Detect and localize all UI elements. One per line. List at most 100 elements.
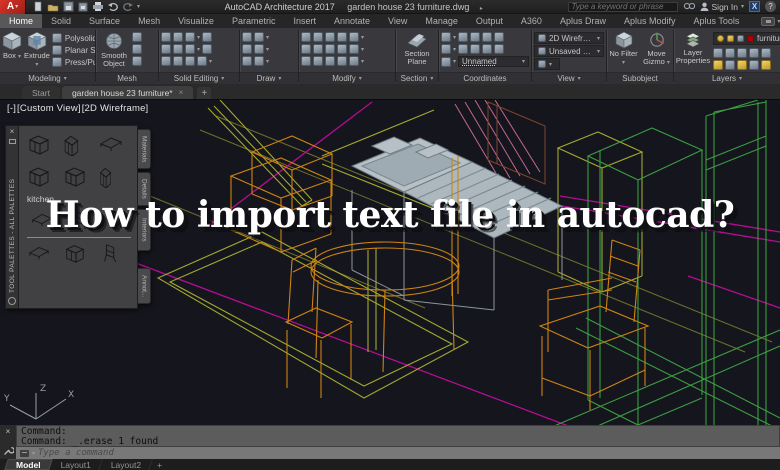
smooth-object-button[interactable]: Smooth Object [98, 30, 130, 69]
undo-icon[interactable] [107, 1, 119, 12]
drawing-canvas[interactable]: [-] [Custom View] [2D Wireframe] Z X Y ×… [0, 100, 780, 425]
tool-icon[interactable] [202, 44, 212, 54]
palette-tool[interactable] [97, 241, 125, 265]
new-file-icon[interactable] [32, 1, 44, 12]
palette-autohide-icon[interactable] [9, 139, 16, 144]
sign-in-button[interactable]: Sign In ▾ [700, 2, 744, 12]
new-layout-button[interactable]: + [157, 460, 162, 470]
panel-label-subobject[interactable]: Subobject [607, 72, 673, 84]
tool-icon[interactable] [173, 32, 183, 42]
tool-icon[interactable] [470, 32, 480, 42]
search-icon[interactable] [683, 1, 695, 12]
panel-label-mesh[interactable]: Mesh [96, 72, 158, 84]
tool-icon[interactable] [349, 56, 359, 66]
command-input[interactable]: ▾ Type a command [16, 447, 780, 459]
tool-icon[interactable] [132, 56, 142, 66]
tool-icon[interactable] [337, 32, 347, 42]
tool-icon[interactable] [301, 32, 311, 42]
box-button[interactable]: Box ▾ [2, 30, 22, 61]
planar-surface-button[interactable]: Planar Surface [52, 45, 95, 55]
tool-icon[interactable] [337, 56, 347, 66]
layer-properties-button[interactable]: LayerProperties [676, 30, 710, 66]
file-tab-drawing[interactable]: garden house 23 furniture*× [62, 86, 193, 99]
tool-icon[interactable] [301, 44, 311, 54]
tool-icon[interactable] [494, 44, 504, 54]
palette-tool[interactable] [25, 130, 53, 158]
tool-icon[interactable] [173, 56, 183, 66]
palette-tool[interactable] [97, 130, 125, 158]
layout-tab-layout2[interactable]: Layout2 [101, 459, 151, 470]
tool-icon[interactable] [494, 32, 504, 42]
tool-icon[interactable] [132, 44, 142, 54]
tool-icon[interactable] [325, 32, 335, 42]
tool-icon[interactable] [185, 56, 195, 66]
tool-icon[interactable] [737, 48, 747, 58]
command-history[interactable]: Command: Command: _.erase 1 found [16, 425, 780, 447]
tool-icon[interactable] [458, 44, 468, 54]
palette-tab-annotation[interactable]: Annot... [138, 268, 151, 304]
tool-icon[interactable] [161, 32, 171, 42]
tool-icon[interactable] [470, 44, 480, 54]
tool-icon[interactable] [725, 60, 735, 70]
tab-insert[interactable]: Insert [284, 14, 325, 28]
new-drawing-button[interactable]: + [197, 87, 211, 99]
open-folder-icon[interactable] [47, 1, 59, 12]
tab-aplus-tools[interactable]: Aplus Tools [685, 14, 749, 28]
tool-icon[interactable] [482, 32, 492, 42]
press-pull-button[interactable]: Press/Pull [52, 57, 95, 67]
redo-icon[interactable] [122, 1, 134, 12]
layout-tab-model[interactable]: Model [6, 459, 51, 470]
tool-icon[interactable] [337, 44, 347, 54]
named-view-dropdown[interactable]: Unsaved View▾ [534, 45, 604, 57]
tab-a360[interactable]: A360 [512, 14, 551, 28]
viewport-view-control[interactable]: [Custom View] [17, 103, 81, 114]
exchange-apps-icon[interactable]: X [749, 1, 760, 12]
tool-icon[interactable] [185, 32, 195, 42]
tool-icon[interactable] [301, 56, 311, 66]
tool-icon[interactable] [132, 32, 142, 42]
tool-icon[interactable] [725, 48, 735, 58]
tab-solid[interactable]: Solid [42, 14, 80, 28]
tool-icon[interactable] [313, 44, 323, 54]
tab-annotate[interactable]: Annotate [325, 14, 379, 28]
tool-icon[interactable] [325, 56, 335, 66]
extrude-button[interactable]: Extrude ▾ [24, 30, 50, 69]
visual-style-dropdown[interactable]: 2D Wireframe▾ [534, 32, 604, 44]
wrench-icon[interactable] [3, 445, 14, 456]
palette-tab-materials[interactable]: Materials [138, 129, 151, 169]
tool-icon[interactable] [313, 32, 323, 42]
tool-icon[interactable] [242, 56, 252, 66]
tool-icon[interactable] [349, 32, 359, 42]
tab-output[interactable]: Output [467, 14, 512, 28]
palette-tool[interactable] [61, 162, 89, 190]
palette-tool[interactable] [25, 241, 53, 265]
tool-icon[interactable] [458, 32, 468, 42]
viewport-minus-control[interactable]: [-] [7, 103, 16, 114]
panel-label-modeling[interactable]: Modeling▾ [0, 72, 95, 84]
panel-label-solid-editing[interactable]: Solid Editing▾ [159, 72, 239, 84]
tool-icon[interactable] [254, 56, 264, 66]
viewport-config-dropdown[interactable]: ▾ [534, 58, 560, 70]
search-input[interactable] [568, 2, 678, 12]
palette-tool[interactable] [61, 130, 89, 158]
tool-icon[interactable] [749, 48, 759, 58]
app-menu-button[interactable]: A▾ [0, 0, 26, 14]
tool-icon[interactable] [713, 60, 723, 70]
tool-icon[interactable] [441, 57, 451, 67]
tool-icon[interactable] [761, 60, 771, 70]
tool-icon[interactable] [185, 44, 195, 54]
tool-icon[interactable] [173, 44, 183, 54]
panel-label-coordinates[interactable]: Coordinates [439, 72, 531, 84]
palette-tool[interactable] [25, 162, 53, 190]
tool-icon[interactable] [313, 56, 323, 66]
tool-icon[interactable] [197, 56, 207, 66]
panel-label-layers[interactable]: Layers▾ [674, 72, 780, 84]
tool-icon[interactable] [749, 60, 759, 70]
close-tab-icon[interactable]: × [179, 88, 184, 97]
command-close-icon[interactable]: × [6, 428, 11, 436]
tool-icon[interactable] [161, 56, 171, 66]
tool-icon[interactable] [242, 32, 252, 42]
panel-label-view[interactable]: View▾ [532, 72, 606, 84]
tool-icon[interactable] [713, 48, 723, 58]
viewport-style-control[interactable]: [2D Wireframe] [82, 103, 149, 114]
